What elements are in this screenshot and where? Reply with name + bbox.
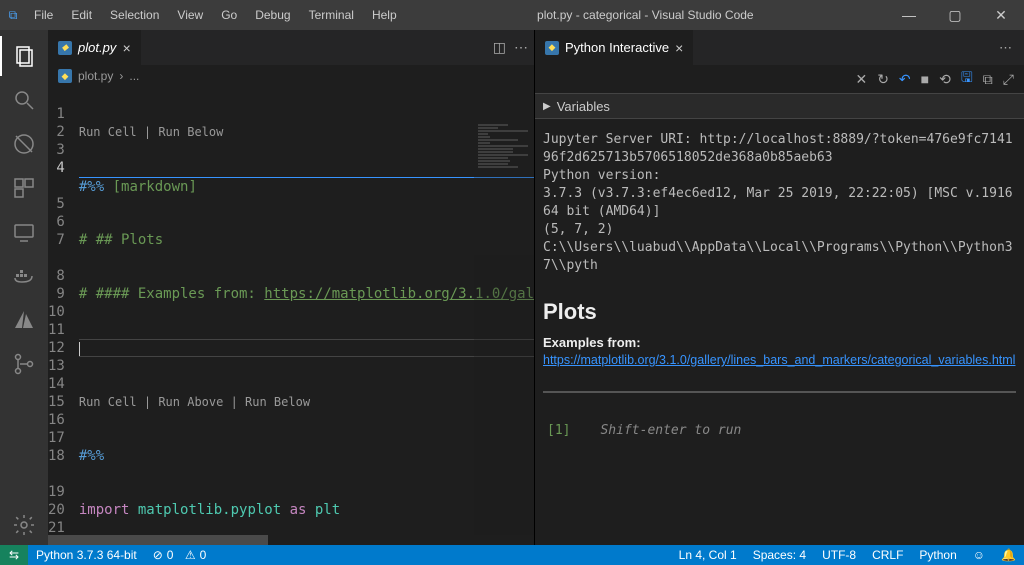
scrollbar-thumb[interactable] [48,535,268,545]
tab-label: Python Interactive [565,40,669,55]
breadcrumb[interactable]: ◆ plot.py › ... [48,65,534,87]
close-button[interactable]: ✕ [978,7,1024,24]
menu-view[interactable]: View [169,4,211,26]
editor-tabs: ◆ plot.py × ◫ ⋯ [48,30,534,65]
remote-icon[interactable] [0,212,48,252]
codelens[interactable]: Run Cell | Run Below [79,123,534,141]
markdown-output: Plots Examples from: https://matplotlib.… [535,287,1024,367]
statusbar: ⇆ Python 3.7.3 64-bit ⊘0 ⚠0 Ln 4, Col 1 … [0,545,1024,565]
line-numbers: 1234567891011121314151617181920212223 [48,87,79,535]
cursor-line[interactable] [79,339,534,357]
tab-label: plot.py [78,40,116,55]
editor-group: ◆ plot.py × ◫ ⋯ ◆ plot.py › ... 12345678… [48,30,534,545]
search-icon[interactable] [0,80,48,120]
docker-icon[interactable] [0,256,48,296]
python-icon: ◆ [58,41,72,55]
tab-plot-py[interactable]: ◆ plot.py × [48,30,142,65]
breadcrumb-file[interactable]: plot.py [78,69,113,83]
vscode-icon: ⧉ [0,8,26,23]
minimap[interactable] [474,87,534,535]
variables-section[interactable]: ▶ Variables [535,93,1024,119]
menu-selection[interactable]: Selection [102,4,167,26]
menu-go[interactable]: Go [213,4,245,26]
examples-link[interactable]: https://matplotlib.org/3.1.0/gallery/lin… [543,353,1015,367]
python-icon: ◆ [545,41,559,55]
kernel-info: Jupyter Server URI: http://localhost:888… [535,119,1024,287]
encoding[interactable]: UTF-8 [814,548,864,562]
titlebar: ⧉ File Edit Selection View Go Debug Term… [0,0,1024,30]
azure-icon[interactable] [0,300,48,340]
menu-terminal[interactable]: Terminal [301,4,362,26]
undo-icon[interactable]: ↶ [899,71,911,88]
settings-icon[interactable] [0,505,48,545]
panel-tabs: ◆ Python Interactive × ⋯ [535,30,1024,65]
menu-debug[interactable]: Debug [247,4,298,26]
menu-edit[interactable]: Edit [63,4,100,26]
feedback-icon[interactable]: ☺ [965,548,993,562]
python-icon: ◆ [58,69,72,83]
stop-icon[interactable]: ■ [921,71,929,87]
clear-icon[interactable]: ✕ [855,71,867,88]
indentation[interactable]: Spaces: 4 [745,548,814,562]
python-env[interactable]: Python 3.7.3 64-bit [28,548,145,562]
error-icon: ⊘ [153,548,163,562]
warning-icon: ⚠ [185,548,196,562]
tab-close-icon[interactable]: × [122,40,130,56]
breadcrumb-more[interactable]: ... [129,69,139,83]
codelens[interactable]: Run Cell | Run Above | Run Below [79,393,534,411]
interactive-toolbar: ✕ ↻ ↶ ■ ⟲ 🖫 ⧉ ⤢ [535,65,1024,93]
remote-indicator[interactable]: ⇆ [0,545,28,565]
prompt-hint: Shift-enter to run [600,423,741,438]
input-prompt[interactable]: [1] Shift-enter to run [535,393,1024,438]
window-buttons: — ▢ ✕ [886,7,1024,24]
redo-icon[interactable]: ↻ [877,71,889,88]
tab-close-icon[interactable]: × [675,40,683,56]
minimize-button[interactable]: — [886,7,932,24]
menu-bar: File Edit Selection View Go Debug Termin… [26,4,405,26]
menu-help[interactable]: Help [364,4,405,26]
breadcrumb-sep: › [119,69,123,83]
notifications-icon[interactable]: 🔔 [993,548,1024,562]
maximize-button[interactable]: ▢ [932,7,978,24]
source-control-icon[interactable] [0,344,48,384]
activity-bar [0,30,48,545]
save-icon[interactable]: 🖫 [961,67,973,91]
expand-icon[interactable]: ⤢ [1003,71,1014,88]
explorer-icon[interactable] [0,36,48,76]
export-icon[interactable]: ⧉ [983,71,993,88]
restart-icon[interactable]: ⟲ [939,71,951,88]
chevron-right-icon: ▶ [543,101,551,112]
python-interactive-panel: ◆ Python Interactive × ⋯ ✕ ↻ ↶ ■ ⟲ 🖫 ⧉ ⤢… [534,30,1024,545]
cursor-position[interactable]: Ln 4, Col 1 [671,548,745,562]
panel-more-icon[interactable]: ⋯ [999,40,1024,56]
cell-number: [1] [547,423,570,438]
window-title: plot.py - categorical - Visual Studio Co… [405,8,886,22]
plots-heading: Plots [543,299,1016,325]
menu-file[interactable]: File [26,4,61,26]
variables-label: Variables [557,99,610,114]
code-lines[interactable]: Run Cell | Run Below #%% [markdown] # ##… [79,87,534,535]
more-actions-icon[interactable]: ⋯ [514,39,528,56]
language-mode[interactable]: Python [911,548,964,562]
problems[interactable]: ⊘0 ⚠0 [145,548,215,562]
editor-actions: ◫ ⋯ [487,30,534,65]
split-editor-icon[interactable]: ◫ [493,39,506,56]
debug-icon[interactable] [0,124,48,164]
tab-python-interactive[interactable]: ◆ Python Interactive × [535,30,693,65]
code-editor[interactable]: 1234567891011121314151617181920212223 Ru… [48,87,534,535]
examples-label: Examples from: [543,335,1016,350]
eol[interactable]: CRLF [864,548,911,562]
extensions-icon[interactable] [0,168,48,208]
h-scrollbar[interactable] [48,535,534,545]
